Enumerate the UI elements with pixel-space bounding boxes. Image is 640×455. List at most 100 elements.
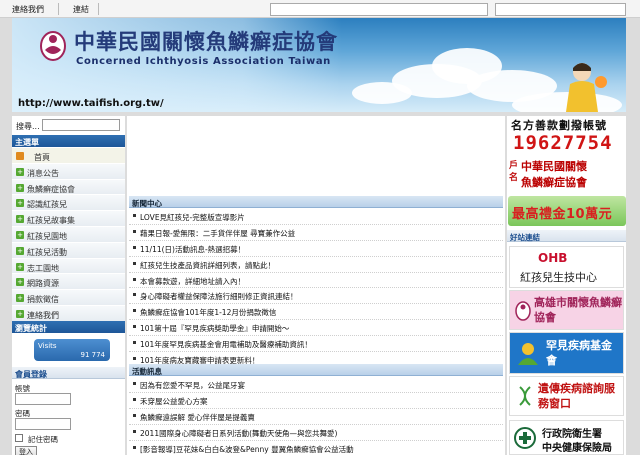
bullet-icon bbox=[133, 357, 136, 361]
menu-item[interactable]: + 紅孩兒園地 bbox=[12, 226, 125, 243]
dna-icon bbox=[519, 386, 531, 406]
menu-item[interactable]: + 紅孩兒活動 bbox=[12, 242, 125, 259]
friend-link-genetic[interactable]: 遺傳疾病諮詢服務窗口 bbox=[509, 376, 624, 416]
stats-title: 瀏覽統計 bbox=[12, 321, 125, 333]
event-item-title: 2011國際身心障礙者日系列活動(舞動天使角—與您共舞愛) bbox=[140, 428, 338, 438]
news-item[interactable]: 紅孩兒生技產品資訊詳細列表，請點此！ bbox=[129, 257, 503, 273]
top-empty-field bbox=[495, 3, 626, 16]
rare-disease-label: 罕見疾病基金會 bbox=[546, 339, 612, 367]
event-item[interactable]: 因為有您愛不罕見，公益尾牙宴 bbox=[129, 377, 503, 393]
bullet-icon bbox=[133, 341, 136, 345]
friend-links-title: 好站連結 bbox=[507, 230, 626, 242]
menu-item[interactable]: + 消息公告 bbox=[12, 163, 125, 180]
menu-item-label: 紅孩兒故事集 bbox=[27, 216, 75, 226]
search-input[interactable] bbox=[42, 119, 120, 131]
event-item[interactable]: 魚鱗癬遠誤解 愛心伴伴屋是提義賣 bbox=[129, 409, 503, 425]
search-label: 搜尋... bbox=[16, 122, 40, 131]
top-link-bar: 連絡我們 連結 bbox=[0, 0, 640, 18]
bullet-icon bbox=[133, 277, 136, 281]
plus-icon: + bbox=[16, 278, 24, 287]
contact-link[interactable]: 連絡我們 bbox=[12, 4, 44, 15]
plus-icon: + bbox=[16, 309, 24, 318]
events-list: 因為有您愛不罕見，公益尾牙宴 禾穿屋公益愛心方案 魚鱗癬遠誤解 愛心伴伴屋是提義… bbox=[129, 377, 503, 455]
birthday-gift-banner[interactable]: 最高禮金10萬元 bbox=[508, 196, 626, 226]
friend-link-ohb[interactable]: OHB 紅孩兒生技中心 bbox=[509, 246, 624, 288]
login-button[interactable]: 登入 bbox=[15, 446, 37, 455]
kaohsiung-logo-icon bbox=[515, 301, 531, 321]
site-title-chinese: 中華民國關懷魚鱗癬症協會 bbox=[74, 29, 338, 54]
association-logo-icon bbox=[40, 31, 66, 61]
divider bbox=[58, 3, 59, 15]
event-item[interactable]: 2011國際身心障礙者日系列活動(舞動天使角—與您共舞愛) bbox=[129, 425, 503, 441]
ohb-label: 紅孩兒生技中心 bbox=[520, 271, 597, 284]
bullet-icon bbox=[133, 261, 136, 265]
account-title: 名方善款劃撥帳號 bbox=[511, 119, 607, 132]
news-item-title: 101第十屆『罕見疾病獎助學金』申請開始〜 bbox=[140, 324, 290, 334]
nhi-label-line2: 中央健康保險局 bbox=[542, 443, 612, 454]
menu-item[interactable]: + 志工園地 bbox=[12, 258, 125, 275]
bullet-icon bbox=[133, 245, 136, 249]
news-item[interactable]: 101年度罕見疾病基金會用電補助及醫療補助資訊！ bbox=[129, 336, 503, 353]
login-title: 會員登錄 bbox=[12, 367, 125, 379]
menu-item-home[interactable]: 首頁 bbox=[12, 148, 125, 164]
child-illustration-icon bbox=[566, 63, 607, 112]
nhi-logo-icon bbox=[514, 427, 536, 449]
rare-disease-logo-icon bbox=[518, 343, 538, 365]
menu-item-label: 志工園地 bbox=[27, 263, 59, 273]
news-item[interactable]: 11/11(日)活動訊息-熱選招募！ bbox=[129, 241, 503, 257]
plus-icon: + bbox=[16, 199, 24, 208]
visits-value: 91 774 bbox=[80, 351, 106, 359]
events-section-title: 活動訊息 bbox=[129, 364, 503, 376]
genetic-label: 遺傳疾病諮詢服務窗口 bbox=[538, 382, 615, 410]
cloud-shape bbox=[352, 82, 412, 104]
news-item[interactable]: 101第十屆『罕見疾病獎助學金』申請開始〜 bbox=[129, 320, 503, 337]
menu-item[interactable]: + 連絡我們 bbox=[12, 305, 125, 322]
remember-checkbox[interactable] bbox=[15, 434, 23, 442]
menu-item-label: 認識紅孩兒 bbox=[27, 200, 67, 210]
menu-item-label: 消息公告 bbox=[27, 168, 59, 178]
news-item-title: 本會募款遊，詳細地址請入內！ bbox=[140, 276, 245, 286]
friend-link-rare-disease[interactable]: 罕見疾病基金會 bbox=[509, 332, 624, 374]
news-item-title: 101年度罕見疾病基金會用電補助及醫療補助資訊！ bbox=[140, 340, 312, 350]
bullet-icon bbox=[133, 214, 136, 217]
event-item[interactable]: [影音報導]豆花妹&白白&波登&Penny 豐翼魚鱗癬協會公益活動 bbox=[129, 441, 503, 455]
username-field[interactable] bbox=[15, 393, 71, 405]
ohb-logo-text: OHB bbox=[538, 251, 568, 265]
nhi-label-line1: 行政院衛生署 bbox=[542, 429, 602, 440]
friend-link-nhi[interactable]: 行政院衛生署 中央健康保險局 bbox=[509, 420, 624, 455]
account-name-label: 戶名 bbox=[509, 161, 519, 183]
plus-icon: + bbox=[16, 294, 24, 303]
menu-item[interactable]: + 網路資源 bbox=[12, 274, 125, 291]
news-item[interactable]: 藉果日報-愛無限：二手貨伴伴屋 尋寶兼作公益 bbox=[129, 225, 503, 241]
news-section-title: 新聞中心 bbox=[129, 196, 503, 208]
menu-item[interactable]: + 紅孩兒故事集 bbox=[12, 211, 125, 227]
menu-item[interactable]: + 魚鱗癬症協會 bbox=[12, 179, 125, 196]
plus-icon: + bbox=[16, 183, 24, 192]
password-field[interactable] bbox=[15, 418, 71, 430]
news-item[interactable]: LOVE見紅孩兒-完整版宣導影片 bbox=[129, 209, 503, 225]
menu-item[interactable]: + 認識紅孩兒 bbox=[12, 195, 125, 212]
news-item[interactable]: 魚鱗癬症協會101年度1-12月份捐款徵信 bbox=[129, 304, 503, 321]
event-item-title: [影音報導]豆花妹&白白&波登&Penny 豐翼魚鱗癬協會公益活動 bbox=[140, 444, 354, 454]
news-item-title: 身心障礙者權益保障法施行細則修正資訊連結！ bbox=[140, 292, 298, 302]
menu-item-label: 網路資源 bbox=[27, 279, 59, 289]
menu-item[interactable]: + 捐款徵信 bbox=[12, 290, 125, 306]
news-item-title: 紅孩兒生技產品資訊詳細列表，請點此！ bbox=[140, 260, 275, 270]
account-org-line1: 中華民國關懷 bbox=[521, 160, 587, 173]
event-item[interactable]: 禾穿屋公益愛心方案 bbox=[129, 393, 503, 409]
menu-item-label: 捐款徵信 bbox=[27, 295, 59, 305]
plus-icon: + bbox=[16, 167, 24, 176]
bullet-icon bbox=[133, 229, 136, 233]
donation-account-panel: 名方善款劃撥帳號 19627754 戶名 中華民國關懷 魚鱗癬症協會 bbox=[507, 116, 626, 192]
site-url[interactable]: http://www.taifish.org.tw/ bbox=[18, 98, 164, 109]
friend-link-kaohsiung[interactable]: 高雄市關懷魚鱗癬協會 bbox=[509, 290, 624, 330]
menu-item-label: 首頁 bbox=[34, 153, 50, 162]
news-item[interactable]: 本會募款遊，詳細地址請入內！ bbox=[129, 273, 503, 289]
remember-label: 記住密碼 bbox=[28, 435, 58, 444]
menu-item-label: 紅孩兒園地 bbox=[27, 231, 67, 241]
news-item[interactable]: 身心障礙者權益保障法施行細則修正資訊連結！ bbox=[129, 288, 503, 305]
left-sidebar: 搜尋... 主選單 首頁 + 消息公告 + 魚鱗癬症協會 + 認識紅孩兒 + 紅孩兒故事… bbox=[12, 116, 125, 455]
bullet-icon bbox=[133, 445, 136, 449]
links-link[interactable]: 連結 bbox=[73, 4, 89, 15]
right-sidebar: 名方善款劃撥帳號 19627754 戶名 中華民國關懷 魚鱗癬症協會 最高禮金1… bbox=[507, 116, 626, 455]
